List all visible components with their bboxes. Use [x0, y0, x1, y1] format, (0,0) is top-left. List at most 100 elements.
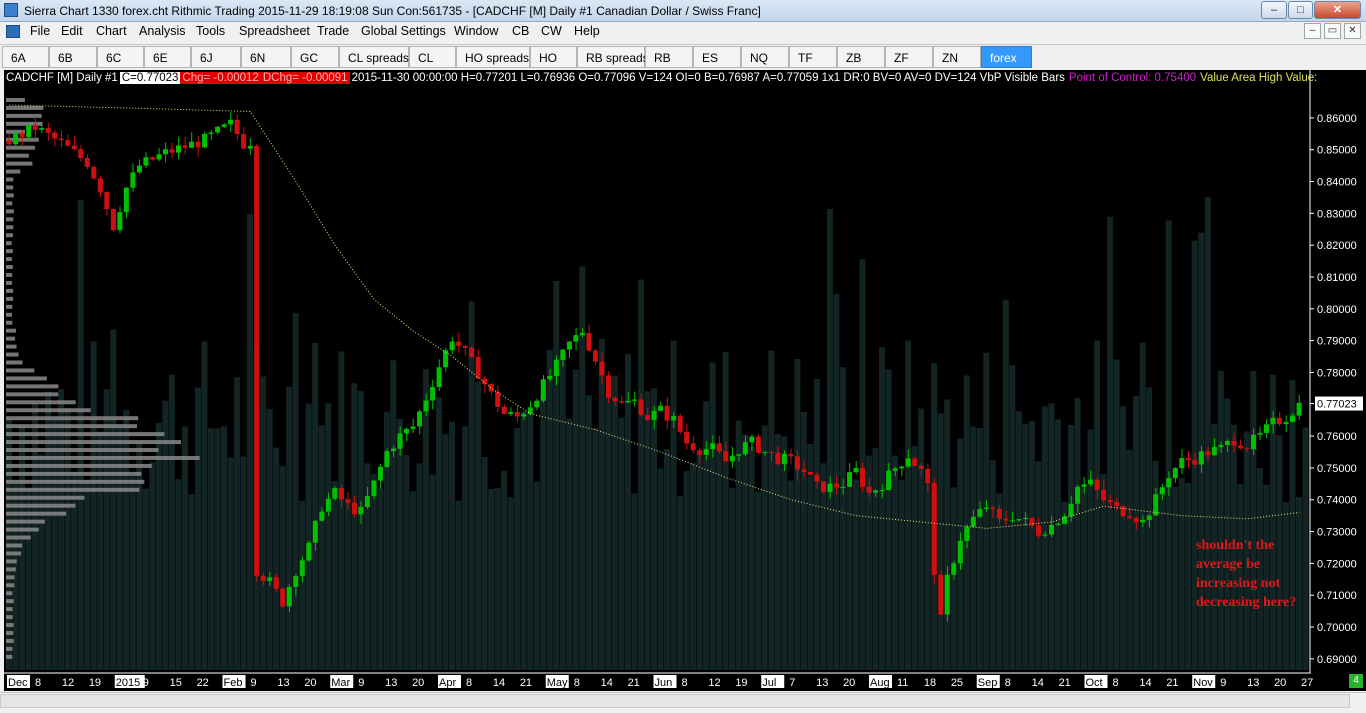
time-axis-label: 21	[1166, 677, 1178, 689]
mdi-close-button[interactable]: ✕	[1344, 23, 1361, 39]
tab-zn[interactable]: ZN	[933, 46, 981, 68]
candle-body	[1224, 440, 1230, 445]
price-axis-label: 0.82000	[1317, 240, 1357, 252]
volume-bar	[1074, 397, 1081, 670]
volume-profile-bar	[6, 113, 42, 118]
candle-body	[84, 158, 90, 167]
candle-body	[951, 563, 957, 575]
tab-zf[interactable]: ZF	[885, 46, 933, 68]
candle-body	[970, 516, 976, 527]
volume-bar	[1041, 406, 1048, 670]
candle-body	[664, 405, 670, 421]
volume-bar	[944, 399, 951, 670]
menu-tools[interactable]: Tools	[196, 24, 225, 38]
candle-body	[703, 449, 709, 455]
tab-nq[interactable]: NQ	[741, 46, 789, 68]
mdi-minimize-button[interactable]: –	[1304, 23, 1321, 39]
menu-spreadsheet[interactable]: Spreadsheet	[239, 24, 310, 38]
price-axis-label: 0.85000	[1317, 145, 1357, 157]
candle-body	[1185, 458, 1191, 461]
volume-profile-bar	[6, 416, 139, 421]
menu-help[interactable]: Help	[574, 24, 600, 38]
volume-profile-bar	[6, 233, 13, 238]
tab-rb[interactable]: RB	[645, 46, 693, 68]
tab-6c[interactable]: 6C	[97, 46, 144, 68]
tab-rb-spreads[interactable]: RB spreads	[577, 46, 649, 68]
menu-cw[interactable]: CW	[541, 24, 562, 38]
menu-chart[interactable]: Chart	[96, 24, 127, 38]
volume-bar	[1015, 411, 1022, 670]
candle-body	[755, 436, 761, 453]
chart-annotation-text[interactable]: shouldn't the average be increasing not …	[1196, 536, 1316, 612]
volume-bar	[481, 456, 488, 670]
volume-bar	[64, 407, 71, 670]
price-axis-label: 0.83000	[1317, 208, 1357, 220]
tab-es[interactable]: ES	[693, 46, 741, 68]
tab-6b[interactable]: 6B	[49, 46, 97, 68]
info-value-area-high: Value Area High Value:	[1200, 72, 1318, 84]
volume-bar	[637, 279, 644, 670]
menu-window[interactable]: Window	[454, 24, 498, 38]
volume-bar	[25, 488, 32, 670]
tab-ho-spreads[interactable]: HO spreads	[456, 46, 530, 68]
tab-6n[interactable]: 6N	[241, 46, 291, 68]
candle-body	[827, 483, 833, 493]
info-change: Chg= -0.00012	[180, 72, 261, 84]
candle-body	[905, 458, 911, 467]
volume-bar	[592, 428, 599, 670]
volume-profile-bar	[6, 241, 12, 246]
candle-body	[149, 157, 155, 160]
tab-6j[interactable]: 6J	[191, 46, 241, 68]
candle-body	[273, 577, 279, 589]
volume-profile-bar	[6, 304, 13, 309]
time-axis-label: 8	[681, 677, 687, 689]
chart-info-line: CADCHF [M] Daily #1 C=0.77023 Chg= -0.0001…	[4, 72, 1319, 88]
tab-forex[interactable]: forex	[981, 46, 1032, 68]
menu-edit[interactable]: Edit	[61, 24, 83, 38]
candle-body	[632, 399, 638, 401]
price-axis-label: 0.75000	[1317, 463, 1357, 475]
price-chart[interactable]: 0.86000 0.85000 0.84000 0.83000 0.82000 0.810…	[4, 70, 1366, 691]
minimize-button[interactable]: –	[1261, 1, 1287, 19]
candle-body	[299, 560, 305, 577]
candle-body	[208, 132, 214, 134]
volume-bar	[755, 491, 762, 670]
volume-bar	[1139, 342, 1146, 670]
volume-bar	[794, 359, 801, 670]
close-button[interactable]: ✕	[1314, 1, 1361, 19]
volume-profile-bar	[6, 320, 13, 325]
candle-body	[364, 495, 370, 507]
menu-global-settings[interactable]: Global Settings	[361, 24, 446, 38]
candle-body	[1290, 415, 1296, 422]
horizontal-scrollbar[interactable]	[0, 694, 1350, 708]
tab-ho[interactable]: HO	[530, 46, 577, 68]
chart-window-icon[interactable]	[6, 25, 20, 38]
candle-body	[834, 483, 840, 488]
candle-body	[215, 126, 221, 133]
tab-tf[interactable]: TF	[789, 46, 837, 68]
candle-body	[716, 443, 722, 452]
tab-gc[interactable]: GC	[291, 46, 339, 68]
candle-body	[566, 341, 572, 350]
time-axis-label: Apr	[439, 677, 456, 689]
mdi-restore-button[interactable]: ▭	[1324, 23, 1341, 39]
tab-cl-spreads[interactable]: CL spreads	[339, 46, 409, 68]
maximize-button[interactable]: □	[1288, 1, 1313, 19]
time-axis-label: 25	[951, 677, 963, 689]
tab-cl[interactable]: CL	[409, 46, 456, 68]
candle-body	[97, 178, 103, 193]
candle-body	[404, 428, 410, 434]
candle-body	[742, 442, 748, 455]
candle-body	[32, 124, 38, 130]
volume-bar	[533, 481, 540, 670]
candle-body	[156, 154, 162, 160]
candle-body	[247, 145, 253, 149]
menu-file[interactable]: File	[30, 24, 50, 38]
tab-6e[interactable]: 6E	[144, 46, 191, 68]
menu-trade[interactable]: Trade	[317, 24, 349, 38]
volume-bar	[898, 479, 905, 670]
tab-6a[interactable]: 6A	[2, 46, 49, 68]
menu-cb[interactable]: CB	[512, 24, 529, 38]
tab-zb[interactable]: ZB	[837, 46, 885, 68]
menu-analysis[interactable]: Analysis	[139, 24, 186, 38]
